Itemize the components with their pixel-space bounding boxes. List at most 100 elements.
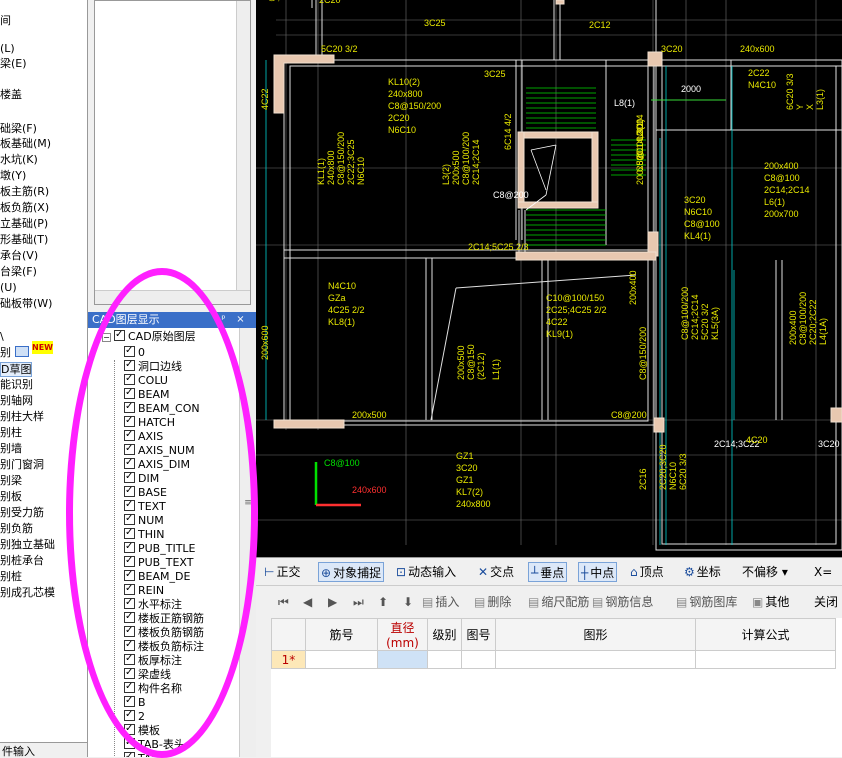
- layer-checkbox[interactable]: [124, 666, 135, 680]
- layer-checkbox[interactable]: [124, 526, 135, 540]
- grid-tool-button[interactable]: ▤ 钢筋信息: [592, 592, 653, 612]
- menu-item[interactable]: (U): [0, 281, 17, 294]
- layer-checkbox[interactable]: [124, 372, 135, 386]
- layer-item[interactable]: BEAM_DE: [124, 568, 190, 584]
- toolbar-button[interactable]: 不偏移 ▾: [740, 562, 790, 582]
- menu-item[interactable]: 础板带(W): [0, 297, 52, 310]
- layer-checkbox[interactable]: [124, 638, 135, 652]
- nav-icon[interactable]: ⬆: [378, 592, 388, 612]
- layer-root[interactable]: − CAD原始图层: [102, 328, 196, 344]
- layer-checkbox[interactable]: [124, 512, 135, 526]
- menu-item[interactable]: 形基础(T): [0, 233, 48, 246]
- table-row[interactable]: 1*: [271, 650, 836, 669]
- column-header[interactable]: 级别: [427, 618, 462, 651]
- recognize-menu-item[interactable]: 别板: [0, 490, 22, 503]
- layer-checkbox[interactable]: [124, 386, 135, 400]
- layer-checkbox[interactable]: [124, 344, 135, 358]
- recognize-menu-item[interactable]: 别成孔芯模: [0, 586, 55, 599]
- horizontal-scrollbar[interactable]: [95, 290, 250, 304]
- toolbar-button[interactable]: ⚙ 坐标: [682, 562, 723, 582]
- layer-item[interactable]: 楼板负筋标注: [124, 638, 204, 654]
- menu-item[interactable]: 台梁(F): [0, 265, 37, 278]
- recognize-menu-item[interactable]: D草图: [0, 362, 33, 377]
- column-header[interactable]: 筋号: [305, 618, 378, 651]
- dropdown-arrow-icon[interactable]: ▾: [778, 565, 788, 579]
- layer-checkbox[interactable]: [124, 680, 135, 694]
- collapse-icon[interactable]: −: [102, 333, 111, 342]
- grid-tool-button[interactable]: 关闭: [812, 592, 838, 612]
- menu-item[interactable]: 板主筋(R): [0, 185, 49, 198]
- layer-item[interactable]: 楼板正筋钢筋: [124, 610, 204, 626]
- grid-tool-button[interactable]: ▤ 删除: [474, 592, 511, 612]
- layer-checkbox[interactable]: [124, 736, 135, 750]
- toolbar-button[interactable]: ✕ 交点: [476, 562, 516, 582]
- recognize-menu-item[interactable]: 能识别: [0, 378, 33, 391]
- recognize-menu-item[interactable]: \: [0, 330, 4, 343]
- menu-item[interactable]: 楼盖: [0, 88, 22, 101]
- toolbar-button[interactable]: ┼ 中点: [578, 562, 618, 582]
- column-header[interactable]: 图形: [495, 618, 696, 651]
- layer-checkbox[interactable]: [124, 442, 135, 456]
- layer-checkbox[interactable]: [124, 414, 135, 428]
- table-cell[interactable]: [305, 650, 378, 669]
- layer-item[interactable]: TAB: [124, 750, 159, 757]
- recognize-menu-item[interactable]: 别门窗洞: [0, 458, 44, 471]
- layer-item[interactable]: BEAM_CON: [124, 400, 200, 416]
- layer-item[interactable]: AXIS_NUM: [124, 442, 195, 458]
- vertical-scrollbar[interactable]: [236, 1, 250, 304]
- layer-item[interactable]: AXIS_DIM: [124, 456, 190, 472]
- layer-checkbox[interactable]: [124, 652, 135, 666]
- layer-checkbox[interactable]: [124, 624, 135, 638]
- recognize-menu-item[interactable]: 别桩: [0, 570, 22, 583]
- pin-icon[interactable]: ᵖ: [218, 314, 229, 325]
- layer-checkbox[interactable]: [124, 708, 135, 722]
- layer-checkbox[interactable]: [124, 596, 135, 610]
- layer-item[interactable]: PUB_TITLE: [124, 540, 196, 556]
- grid-tool-button[interactable]: ▤ 缩尺配筋: [528, 592, 589, 612]
- column-header[interactable]: 直径(mm): [377, 618, 428, 651]
- toolbar-button[interactable]: X=: [812, 562, 834, 582]
- scroll-thumb[interactable]: ≡: [241, 498, 255, 510]
- checkbox[interactable]: [114, 328, 125, 342]
- layer-item[interactable]: PUB_TEXT: [124, 554, 193, 570]
- recognize-menu-item[interactable]: 别柱: [0, 426, 22, 439]
- nav-icon[interactable]: ⏮: [278, 592, 289, 612]
- menu-item[interactable]: 梁(E): [0, 57, 27, 70]
- layer-scrollbar[interactable]: ≡: [239, 328, 256, 757]
- layer-checkbox[interactable]: [124, 428, 135, 442]
- layer-checkbox[interactable]: [124, 610, 135, 624]
- toolbar-button[interactable]: ⊡ 动态输入: [394, 562, 458, 582]
- toolbar-button[interactable]: ┴ 垂点: [528, 562, 568, 582]
- layer-checkbox[interactable]: [124, 456, 135, 470]
- cad-drawing-canvas[interactable]: 2C20 3C25 2C12 5C20 3/2 3C25 3C20 240x600 2C22 N…: [256, 0, 842, 557]
- nav-icon[interactable]: ⏭: [353, 592, 364, 612]
- menu-item[interactable]: 立基础(P): [0, 217, 48, 230]
- menu-item[interactable]: 间: [0, 14, 11, 27]
- menu-item[interactable]: 承台(V): [0, 249, 38, 262]
- grid-tool-button[interactable]: ▣ 其他: [752, 592, 789, 612]
- toolbar-button[interactable]: ⊕ 对象捕捉: [318, 562, 385, 582]
- layer-checkbox[interactable]: [124, 750, 135, 757]
- table-cell[interactable]: [695, 650, 836, 669]
- recognize-menu-item[interactable]: 别负筋: [0, 522, 33, 535]
- toolbar-button[interactable]: ⊢ 正交: [262, 562, 302, 582]
- layer-checkbox[interactable]: [124, 554, 135, 568]
- layer-checkbox[interactable]: [124, 498, 135, 512]
- nav-icon[interactable]: ◀: [303, 592, 312, 612]
- layer-checkbox[interactable]: [124, 470, 135, 484]
- table-cell[interactable]: [427, 650, 462, 669]
- recognize-menu-item[interactable]: 别受力筋: [0, 506, 44, 519]
- recognize-menu-item[interactable]: 别柱大样: [0, 410, 44, 423]
- table-cell[interactable]: [377, 650, 428, 669]
- layer-item[interactable]: 楼板负筋钢筋: [124, 624, 204, 640]
- layer-checkbox[interactable]: [124, 484, 135, 498]
- layer-checkbox[interactable]: [124, 568, 135, 582]
- menu-item[interactable]: 水坑(K): [0, 153, 38, 166]
- layer-checkbox[interactable]: [124, 540, 135, 554]
- recognize-menu-item[interactable]: 别轴网: [0, 394, 33, 407]
- recognize-menu-item[interactable]: 别墙: [0, 442, 22, 455]
- nav-icon[interactable]: ⬇: [403, 592, 413, 612]
- toolbar-button[interactable]: ⌂ 顶点: [628, 562, 666, 582]
- column-header[interactable]: 计算公式: [695, 618, 836, 651]
- grid-tool-button[interactable]: ▤ 插入: [422, 592, 459, 612]
